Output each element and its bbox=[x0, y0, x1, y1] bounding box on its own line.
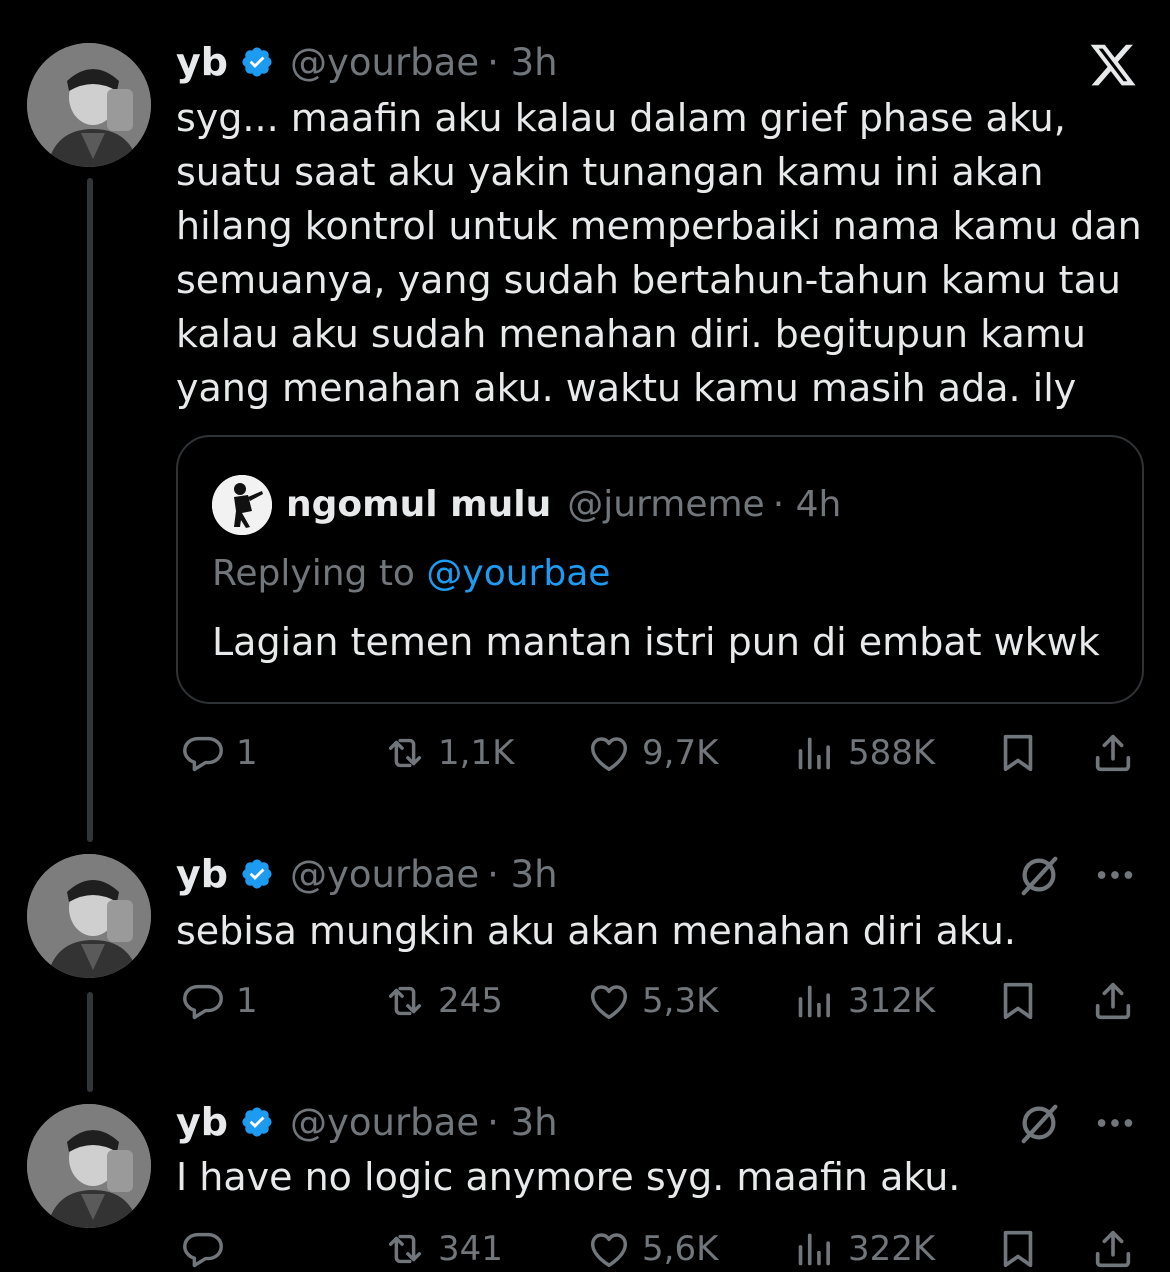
grok-icon bbox=[1016, 1100, 1062, 1146]
share-button[interactable] bbox=[1090, 1226, 1146, 1272]
verified-badge-icon bbox=[240, 45, 274, 79]
grok-button[interactable] bbox=[1016, 1100, 1062, 1150]
display-name[interactable]: yb bbox=[176, 40, 228, 84]
bookmark-icon bbox=[995, 1226, 1041, 1272]
share-button[interactable] bbox=[1090, 730, 1146, 776]
tweet-text: syg... maafin aku kalau dalam grief phas… bbox=[176, 96, 1142, 410]
views-button[interactable]: 312K bbox=[792, 978, 935, 1024]
quote-header: ngomul mulu @jurmeme · 4h bbox=[286, 482, 841, 526]
replying-to: Replying to @yourbae bbox=[212, 553, 610, 594]
quote-timestamp[interactable]: · 4h bbox=[773, 484, 842, 525]
quote-display-name[interactable]: ngomul mulu bbox=[286, 484, 551, 525]
like-icon bbox=[586, 1226, 632, 1272]
tweet-reply-1[interactable]: yb @yourbae · 3h sebisa mungkin aku akan… bbox=[0, 840, 1170, 1092]
repost-icon bbox=[382, 730, 428, 776]
more-button[interactable] bbox=[1092, 852, 1138, 902]
replying-mention[interactable]: @yourbae bbox=[426, 553, 610, 594]
like-count: 9,7K bbox=[642, 733, 719, 773]
tweet-header: yb @yourbae · 3h bbox=[176, 1100, 558, 1144]
tweet-header: yb @yourbae · 3h bbox=[176, 40, 558, 84]
more-button[interactable] bbox=[1092, 1100, 1138, 1150]
reply-icon bbox=[180, 1226, 226, 1272]
repost-button[interactable]: 341 bbox=[382, 1226, 503, 1272]
bookmark-icon bbox=[995, 730, 1041, 776]
handle[interactable]: @yourbae bbox=[290, 41, 479, 84]
more-icon bbox=[1092, 852, 1138, 898]
like-button[interactable]: 9,7K bbox=[586, 730, 718, 776]
reply-button[interactable] bbox=[180, 1226, 236, 1272]
repost-button[interactable]: 1,1K bbox=[382, 730, 514, 776]
reply-icon bbox=[180, 978, 226, 1024]
repost-icon bbox=[382, 978, 428, 1024]
timestamp[interactable]: · 3h bbox=[487, 1101, 558, 1144]
thread-line bbox=[87, 178, 93, 842]
reply-count: 1 bbox=[236, 733, 258, 773]
views-button[interactable]: 588K bbox=[792, 730, 935, 776]
repost-count: 245 bbox=[438, 981, 503, 1021]
views-icon bbox=[792, 978, 838, 1024]
tweet-text: I have no logic anymore syg. maafin aku. bbox=[176, 1155, 961, 1199]
bookmark-button[interactable] bbox=[995, 978, 1051, 1024]
more-icon bbox=[1092, 1100, 1138, 1146]
views-icon bbox=[792, 730, 838, 776]
like-icon bbox=[586, 978, 632, 1024]
display-name[interactable]: yb bbox=[176, 1100, 228, 1144]
like-count: 5,6K bbox=[642, 1229, 719, 1269]
quote-handle[interactable]: @jurmeme bbox=[567, 484, 764, 525]
like-button[interactable]: 5,3K bbox=[586, 978, 718, 1024]
views-count: 588K bbox=[848, 733, 936, 773]
like-icon bbox=[586, 730, 632, 776]
views-button[interactable]: 322K bbox=[792, 1226, 935, 1272]
share-icon bbox=[1090, 730, 1136, 776]
verified-badge-icon bbox=[240, 1105, 274, 1139]
avatar[interactable] bbox=[27, 43, 151, 167]
repost-count: 341 bbox=[438, 1229, 503, 1269]
tweet-text: sebisa mungkin aku akan menahan diri aku… bbox=[176, 909, 1016, 953]
avatar[interactable] bbox=[27, 1104, 151, 1228]
quote-text: Lagian temen mantan istri pun di embat w… bbox=[212, 620, 1100, 664]
share-button[interactable] bbox=[1090, 978, 1146, 1024]
share-icon bbox=[1090, 1226, 1136, 1272]
views-count: 312K bbox=[848, 981, 936, 1021]
timestamp[interactable]: · 3h bbox=[487, 853, 558, 896]
handle[interactable]: @yourbae bbox=[290, 1101, 479, 1144]
timestamp[interactable]: · 3h bbox=[487, 41, 558, 84]
repost-button[interactable]: 245 bbox=[382, 978, 503, 1024]
views-count: 322K bbox=[848, 1229, 936, 1269]
repost-icon bbox=[382, 1226, 428, 1272]
verified-badge-icon bbox=[240, 857, 274, 891]
thread-line bbox=[87, 992, 93, 1092]
avatar[interactable] bbox=[27, 854, 151, 978]
tweet-reply-2[interactable]: yb @yourbae · 3h I have no logic anymore… bbox=[0, 1088, 1170, 1269]
repost-count: 1,1K bbox=[438, 733, 515, 773]
reply-button[interactable]: 1 bbox=[180, 730, 258, 776]
like-count: 5,3K bbox=[642, 981, 719, 1021]
tweet-header: yb @yourbae · 3h bbox=[176, 852, 558, 896]
quote-avatar[interactable] bbox=[212, 475, 272, 535]
share-icon bbox=[1090, 978, 1136, 1024]
display-name[interactable]: yb bbox=[176, 852, 228, 896]
bookmark-button[interactable] bbox=[995, 730, 1051, 776]
grok-icon bbox=[1016, 852, 1062, 898]
grok-button[interactable] bbox=[1016, 852, 1062, 902]
handle[interactable]: @yourbae bbox=[290, 853, 479, 896]
reply-count: 1 bbox=[236, 981, 258, 1021]
like-button[interactable]: 5,6K bbox=[586, 1226, 718, 1272]
reply-button[interactable]: 1 bbox=[180, 978, 258, 1024]
views-icon bbox=[792, 1226, 838, 1272]
bookmark-icon bbox=[995, 978, 1041, 1024]
bookmark-button[interactable] bbox=[995, 1226, 1051, 1272]
tweet-main[interactable]: yb @yourbae · 3h syg... maafin aku kalau… bbox=[0, 0, 1170, 842]
replying-prefix: Replying to bbox=[212, 553, 427, 594]
reply-icon bbox=[180, 730, 226, 776]
quote-tweet[interactable]: ngomul mulu @jurmeme · 4h Replying to @y… bbox=[176, 435, 1144, 704]
